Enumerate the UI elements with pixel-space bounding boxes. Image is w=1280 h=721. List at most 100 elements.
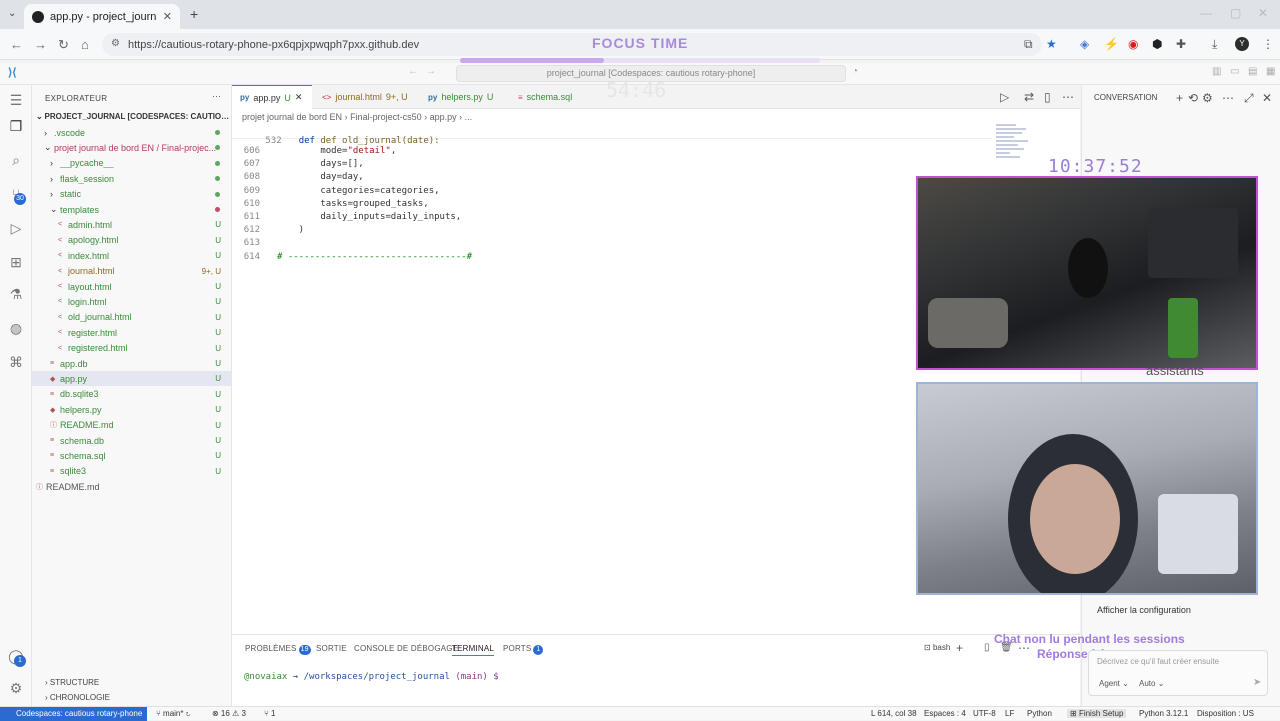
explorer-item[interactable]: ≡ schema.sql U	[32, 448, 231, 463]
tab-problems[interactable]: PROBLÈMES 19	[245, 644, 311, 655]
site-info-icon[interactable]: ⚙	[111, 38, 120, 49]
code-line[interactable]: 606 mode="detail",	[232, 146, 397, 159]
code-line[interactable]: 612 )	[232, 225, 304, 238]
explorer-item[interactable]: › .vscode	[32, 125, 231, 140]
chat-input[interactable]: Décrivez ce qu'il faut créer ensuite Age…	[1088, 650, 1268, 696]
ports-indicator[interactable]: ⑂ 1	[264, 709, 275, 718]
secondary-sidebar-toggle-icon[interactable]: ▤	[1248, 66, 1257, 77]
code-line[interactable]: 611 daily_inputs=daily_inputs,	[232, 212, 462, 225]
extensions-puzzle-icon[interactable]: ✚	[1176, 37, 1186, 51]
split-terminal-icon[interactable]: ▯	[984, 642, 990, 653]
manage-gear-icon[interactable]: ⚙	[7, 679, 25, 697]
terminal-shell-label[interactable]: ⊡ bash	[924, 643, 950, 652]
profile-avatar[interactable]: Y	[1235, 37, 1249, 51]
explorer-item[interactable]: ≡ schema.db U	[32, 433, 231, 448]
tab-list-chevron-icon[interactable]: ⌄	[8, 8, 16, 19]
explorer-item[interactable]: ⌄ templates	[32, 202, 231, 217]
cursor-position[interactable]: L 614, col 38	[871, 709, 917, 718]
menu-icon[interactable]: ☰	[7, 91, 25, 109]
explorer-item[interactable]: < register.html U	[32, 325, 231, 340]
extensions-icon[interactable]: ⊞	[7, 253, 25, 271]
minimap[interactable]	[996, 122, 1032, 172]
explorer-item[interactable]: < journal.html 9+, U	[32, 264, 231, 279]
explorer-item[interactable]: < old_journal.html U	[32, 310, 231, 325]
editor-more-icon[interactable]: ⋯	[1062, 90, 1074, 104]
close-window-icon[interactable]: ✕	[1258, 6, 1268, 20]
python-interpreter[interactable]: Python 3.12.1	[1139, 709, 1188, 718]
tab-debug-console[interactable]: CONSOLE DE DÉBOGAGE	[354, 644, 458, 653]
explorer-item[interactable]: ⓘ README.md	[32, 479, 231, 494]
explorer-item[interactable]: ≡ app.db U	[32, 356, 231, 371]
sticky-scroll-line[interactable]: 532 def def old_journal(date):	[232, 126, 992, 146]
maximize-chat-icon[interactable]: ⤢	[1244, 91, 1254, 106]
breadcrumb-item[interactable]: projet journal de bord EN	[242, 112, 342, 122]
indentation[interactable]: Espaces : 4	[924, 709, 966, 718]
breadcrumb-item[interactable]: ...	[465, 112, 473, 122]
extension-icon-2[interactable]: ⚡	[1104, 37, 1119, 51]
terminal-prompt[interactable]: @novaiax → /workspaces/project_journal (…	[244, 672, 499, 682]
explorer-icon[interactable]: ❐	[7, 117, 25, 135]
workspace-root[interactable]: ⌄ PROJECT_JOURNAL [CODESPACES: CAUTIOUS …	[32, 109, 231, 124]
tab-schema-sql[interactable]: ≡ schema.sql	[510, 85, 580, 109]
encoding[interactable]: UTF-8	[973, 709, 996, 718]
language-mode[interactable]: Python	[1027, 709, 1052, 718]
chat-history-icon[interactable]: ⟲	[1188, 91, 1198, 105]
explorer-item[interactable]: ⓘ README.md U	[32, 418, 231, 433]
github-icon[interactable]: ◍	[7, 319, 25, 337]
close-icon[interactable]: ✕	[295, 92, 303, 103]
new-terminal-icon[interactable]: +	[956, 641, 963, 655]
split-editor-icon[interactable]: ▯	[1044, 90, 1051, 104]
download-icon[interactable]: ⤓	[1212, 37, 1217, 52]
tab-terminal[interactable]: TERMINAL	[452, 644, 495, 656]
remote-indicator[interactable]: Codespaces: cautious rotary-phone	[0, 707, 147, 721]
install-app-icon[interactable]: ⧉	[1024, 37, 1033, 52]
send-icon[interactable]: ➤	[1253, 677, 1261, 688]
tab-journal-html[interactable]: <> journal.html 9+, U	[314, 85, 416, 109]
code-line[interactable]: 610 tasks=grouped_tasks,	[232, 199, 429, 212]
explorer-item[interactable]: › static	[32, 187, 231, 202]
explorer-item[interactable]: › flask_session	[32, 171, 231, 186]
problems-indicator[interactable]: ⊗ 16 ⚠ 3	[212, 709, 246, 718]
code-line[interactable]: 609 categories=categories,	[232, 186, 440, 199]
minimize-icon[interactable]: —	[1200, 6, 1212, 20]
nav-forward-icon[interactable]: →	[426, 66, 436, 77]
new-tab-icon[interactable]: +	[190, 6, 198, 22]
maximize-icon[interactable]: ▢	[1230, 6, 1241, 20]
back-icon[interactable]: ←	[10, 37, 23, 52]
explorer-item[interactable]: ⌄ projet journal de bord EN / Final-proje…	[32, 140, 231, 155]
testing-icon[interactable]: ⚗	[7, 285, 25, 303]
explorer-item[interactable]: › __pycache__	[32, 156, 231, 171]
code-line[interactable]: 607 days=[],	[232, 159, 364, 172]
new-chat-icon[interactable]: +	[1176, 91, 1183, 105]
run-python-icon[interactable]: ▷	[1000, 90, 1009, 104]
tab-ports[interactable]: PORTS 1	[503, 644, 544, 655]
tab-app-py[interactable]: py app.py U ✕	[232, 85, 312, 109]
home-icon[interactable]: ⌂	[81, 37, 89, 52]
address-bar[interactable]: ⚙ https://cautious-rotary-phone-px6qpjxp…	[102, 33, 1042, 56]
explorer-item[interactable]: < login.html U	[32, 294, 231, 309]
extension-icon-1[interactable]: ◈	[1080, 37, 1089, 51]
keyboard-layout[interactable]: Disposition : US	[1197, 709, 1254, 718]
agent-mode-select[interactable]: Agent ⌄	[1099, 679, 1129, 688]
search-icon[interactable]: ⌕	[7, 151, 25, 169]
explorer-more-icon[interactable]: ⋯	[212, 91, 221, 102]
model-select[interactable]: Auto ⌄	[1139, 679, 1164, 688]
tab-output[interactable]: SORTIE	[316, 644, 347, 653]
code-line[interactable]: 608 day=day,	[232, 172, 364, 185]
explorer-item[interactable]: < registered.html U	[32, 341, 231, 356]
show-configuration-link[interactable]: Afficher la configuration	[1097, 605, 1191, 615]
explorer-item[interactable]: < apology.html U	[32, 233, 231, 248]
explorer-item[interactable]: ◆ app.py U	[32, 371, 231, 387]
breadcrumb-file[interactable]: app.py	[430, 112, 457, 122]
branch-indicator[interactable]: ⑂ main* ↻	[156, 709, 191, 718]
breadcrumb-item[interactable]: Final-project-cs50	[350, 112, 422, 122]
browser-tab[interactable]: app.py - project_journal [Codes ✕	[24, 4, 180, 29]
diff-icon[interactable]: ⇄	[1024, 90, 1034, 104]
copilot-icon[interactable]: ◔	[852, 66, 858, 77]
explorer-item[interactable]: ◆ helpers.py U	[32, 402, 231, 417]
timeline-section[interactable]: › CHRONOLOGIE	[32, 690, 231, 705]
explorer-item[interactable]: < admin.html U	[32, 217, 231, 232]
panel-toggle-icon[interactable]: ▭	[1230, 66, 1239, 77]
explorer-item[interactable]: < index.html U	[32, 248, 231, 263]
close-chat-icon[interactable]: ✕	[1262, 91, 1272, 105]
